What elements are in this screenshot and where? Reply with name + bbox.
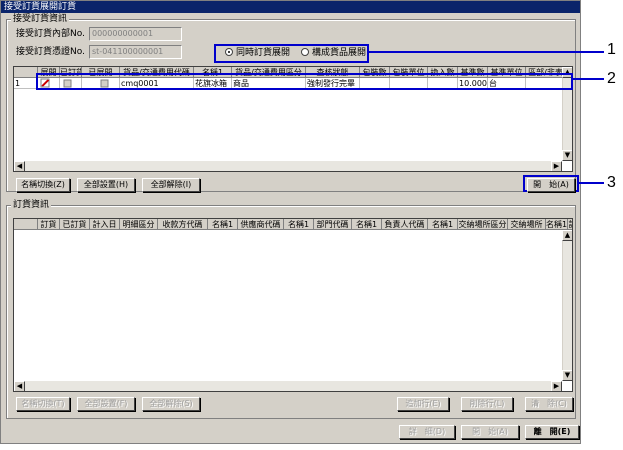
order-header-blank [14,219,38,230]
order-header-order: 訂貨 [38,219,60,230]
scroll-down-icon[interactable]: ▼ [562,150,572,161]
add-row-button[interactable]: 追加行(E) [397,397,449,411]
select-all-button[interactable]: 全部設置(H) [77,178,135,192]
order-header-name-4: 名稱1 [428,219,458,230]
scroll-right-icon[interactable]: ▶ [551,381,562,391]
row-number: 1 [14,78,38,89]
radio-component-expand[interactable]: 構成貨品展開 [301,47,366,59]
order-grid-vscroll[interactable]: ▲ ▼ [562,230,572,381]
order-header-ordered: 已訂貨 [60,219,90,230]
order-header-delivery-kind: 交納場所區分 [458,219,508,230]
radio-simultaneous-label: 同時訂貨展開 [236,48,291,58]
order-select-all-button[interactable]: 全部設置(F) [77,397,135,411]
order-info-label: 訂貨資訊 [11,200,52,210]
scroll-up-icon[interactable]: ▲ [562,230,572,241]
order-header-name-5: 名稱1 [546,219,568,230]
order-header-delivery-place: 交納場所 [508,219,546,230]
radio-on-icon [225,48,233,56]
order-header-more: 訂 [568,219,572,230]
order-grid-hscroll[interactable]: ◀ ▶ [14,381,562,391]
order-header-dept-code: 部門代碼 [314,219,352,230]
callout-box-2 [36,73,573,90]
clear-button[interactable]: 清 除(C) [525,397,573,411]
voucher-no-label: 接受訂貨憑證No. [16,47,85,57]
radio-component-label: 構成貨品展開 [312,48,367,58]
internal-no-field[interactable]: 000000000001 [89,27,182,41]
order-header-name-3: 名稱1 [352,219,382,230]
start-button[interactable]: 開 始(A) [527,178,575,192]
order-name-switch-button[interactable]: 名稱切換(T) [16,397,70,411]
clear-all-button[interactable]: 全部解除(I) [142,178,200,192]
scroll-left-icon[interactable]: ◀ [14,161,25,171]
callout-line-3 [578,182,604,184]
radio-simultaneous-expand[interactable]: 同時訂貨展開 [225,47,290,59]
callout-number-1: 1 [607,41,616,58]
order-header-detail-kind: 明細區分 [120,219,158,230]
callout-line-2 [572,78,604,80]
detail-button[interactable]: 詳 細(D) [399,425,455,439]
order-header-name-2: 名稱1 [284,219,314,230]
window-title: 接受訂貨展開訂貨 [1,1,580,13]
main-window: 接受訂貨展開訂貨 接受訂貨資訊 接受訂貨內部No. 000000000001 接… [0,0,581,444]
callout-line-1 [368,51,604,53]
order-header-date: 計入日 [90,219,120,230]
scroll-down-icon[interactable]: ▼ [562,370,572,381]
scroll-right-icon[interactable]: ▶ [551,161,562,171]
goods-grid-hscroll[interactable]: ◀ ▶ [14,161,562,171]
scroll-left-icon[interactable]: ◀ [14,381,25,391]
order-clear-all-button[interactable]: 全部解除(S) [142,397,200,411]
order-header-supplier-code: 供應商代碼 [238,219,284,230]
footer-start-button[interactable]: 開 始(A) [461,425,519,439]
order-grid[interactable]: 訂貨 已訂貨 計入日 明細區分 收款方代碼 名稱1 供應商代碼 名稱1 部門代碼… [13,218,573,392]
order-header-name-1: 名稱1 [208,219,238,230]
callout-number-3: 3 [607,174,616,191]
callout-number-2: 2 [607,70,616,87]
grid-header-blank [14,67,38,78]
internal-no-label: 接受訂貨內部No. [16,29,85,39]
order-header-owner-code: 負責人代碼 [382,219,428,230]
accept-info-label: 接受訂貨資訊 [11,14,70,24]
radio-off-icon [301,48,309,56]
voucher-no-field[interactable]: st-041100000001 [89,45,182,59]
delete-row-button[interactable]: 削除行(L) [461,397,513,411]
close-button[interactable]: 離 開(E) [525,425,579,439]
name-switch-button[interactable]: 名稱切換(Z) [16,178,70,192]
order-header-payee-code: 收款方代碼 [158,219,208,230]
